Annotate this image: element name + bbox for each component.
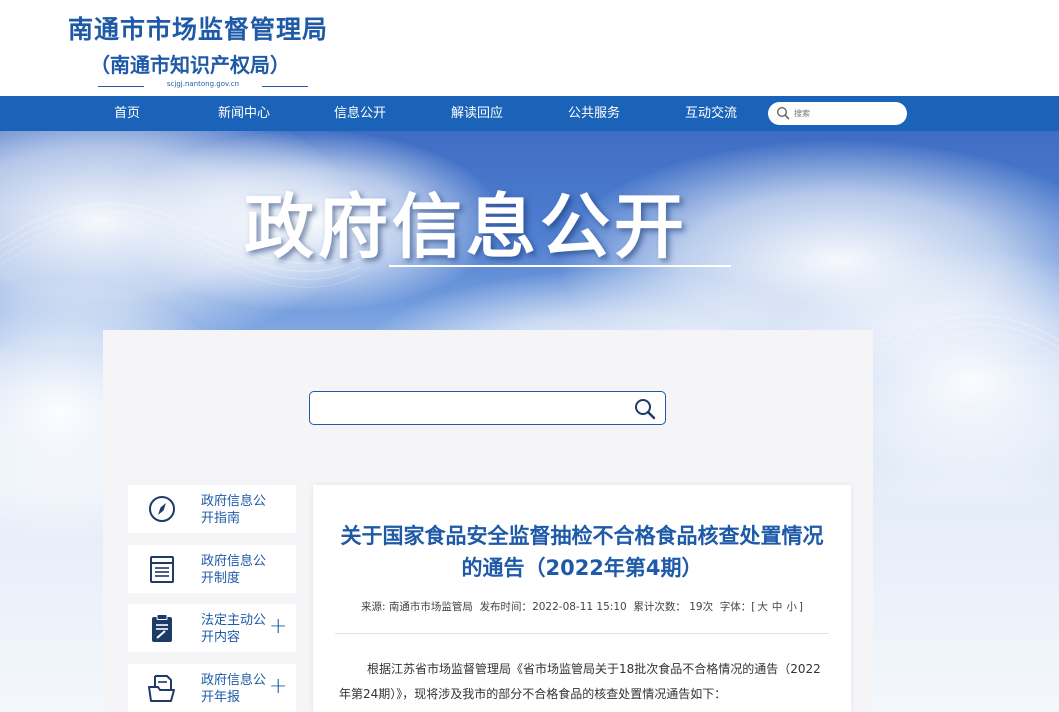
expand-icon[interactable]: + <box>269 676 287 698</box>
info-search-input[interactable] <box>318 396 628 420</box>
expand-icon[interactable]: + <box>269 616 287 638</box>
site-url-row: scjgj.nantong.gov.cn <box>98 80 308 92</box>
font-size-switcher: 字体：[大中小] <box>720 601 803 613</box>
source-value: 南通市市场监管局 <box>388 601 473 613</box>
file-folder-icon <box>148 675 175 702</box>
site-logo-subtitle[interactable]: （南通市知识产权局） <box>90 49 290 78</box>
nav-item-home[interactable]: 首页 <box>114 96 140 131</box>
font-size-large-link[interactable]: 大 <box>757 601 768 613</box>
article-meta: 来源: 南通市市场监管局 发布时间：2022-08-11 15:10 累计次数：… <box>333 599 831 614</box>
article-title: 关于国家食品安全监督抽检不合格食品核查处置情况的通告（2022年第4期） <box>340 524 824 580</box>
publish-label: 发布时间： <box>479 601 533 613</box>
views-count: 19次 <box>689 601 714 613</box>
sidebar-item-label: 政府信息公开指南 <box>201 494 267 526</box>
nav-item-info-public[interactable]: 信息公开 <box>334 96 386 131</box>
info-search-box[interactable] <box>309 391 666 425</box>
nav-search-input[interactable] <box>794 104 899 123</box>
divider <box>335 633 829 634</box>
source-label: 来源: <box>360 601 386 613</box>
views-label: 累计次数： <box>633 601 686 613</box>
sidebar-item-label: 法定主动公开内容 <box>201 613 267 645</box>
nav-item-interpretation[interactable]: 解读回应 <box>451 96 503 131</box>
divider <box>262 86 308 87</box>
nav-item-news[interactable]: 新闻中心 <box>218 96 270 131</box>
search-icon[interactable] <box>776 106 790 120</box>
publish-time: 2022-08-11 15:10 <box>532 601 627 613</box>
banner-underline <box>389 265 731 267</box>
sidebar-item-label: 政府信息公开年报 <box>201 673 267 705</box>
site-logo-title[interactable]: 南通市市场监督管理局 <box>68 10 328 46</box>
clipboard-edit-icon <box>152 614 172 642</box>
sidebar-item-statutory[interactable]: 法定主动公开内容 + <box>128 604 296 652</box>
font-size-small-link[interactable]: 小 <box>786 601 797 613</box>
nav-search-box[interactable] <box>768 102 907 125</box>
document-list-icon <box>150 556 174 583</box>
banner-title: 政府信息公开 <box>244 186 688 268</box>
sidebar-item-annual-report[interactable]: 政府信息公开年报 + <box>128 664 296 712</box>
sidebar-item-label: 政府信息公开制度 <box>201 554 267 586</box>
search-icon[interactable] <box>633 397 657 421</box>
article-body: 根据江苏省市场监督管理局《省市场监管局关于18批次食品不合格情况的通告（2022… <box>339 662 821 701</box>
sidebar-item-guide[interactable]: 政府信息公开指南 <box>128 485 296 533</box>
font-size-bracket: ] <box>798 601 803 613</box>
nav-item-interaction[interactable]: 互动交流 <box>685 96 737 131</box>
article-card: 关于国家食品安全监督抽检不合格食品核查处置情况的通告（2022年第4期） 来源:… <box>313 485 851 712</box>
sidebar-item-system[interactable]: 政府信息公开制度 <box>128 545 296 593</box>
site-header: 南通市市场监督管理局 （南通市知识产权局） scjgj.nantong.gov.… <box>0 0 1059 96</box>
nav-item-public-service[interactable]: 公共服务 <box>568 96 620 131</box>
font-size-medium-link[interactable]: 中 <box>772 601 783 613</box>
compass-icon <box>149 496 175 522</box>
font-size-label: 字体：[ <box>719 601 756 613</box>
